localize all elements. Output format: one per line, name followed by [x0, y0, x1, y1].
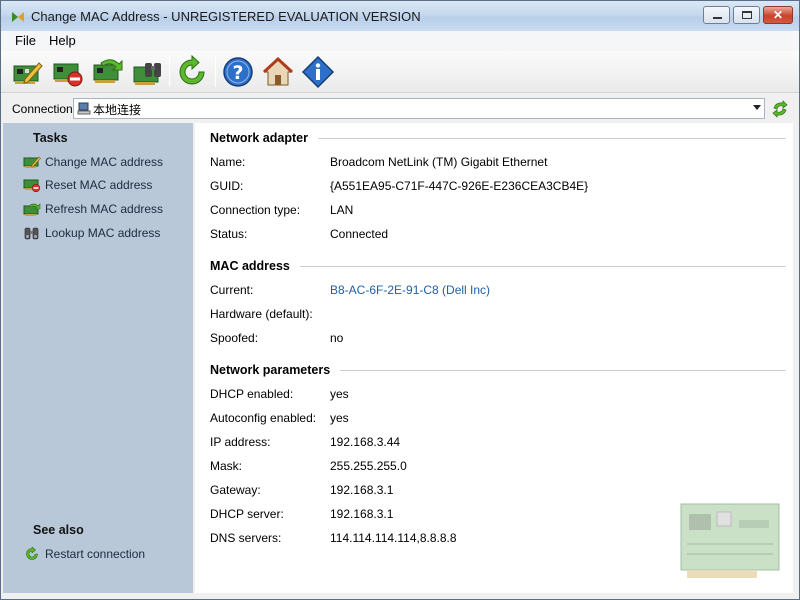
close-button[interactable]: ✕ — [763, 6, 793, 24]
network-card-illustration — [680, 503, 780, 578]
network-parameters-section: Network parameters — [210, 363, 786, 377]
refresh-connections-icon[interactable] — [771, 100, 789, 118]
connection-type-label: Connection type: — [210, 203, 301, 217]
restart-connection-toolbar-icon[interactable] — [175, 55, 209, 89]
tasks-heading: Tasks — [33, 131, 68, 145]
reset-mac-toolbar-icon[interactable] — [51, 55, 85, 89]
status-value: Connected — [330, 227, 389, 241]
connection-value: 本地连接 — [93, 103, 142, 117]
app-window: Change MAC Address - UNREGISTERED EVALUA… — [0, 0, 800, 600]
adapter-name-label: Name: — [210, 155, 246, 169]
spoofed-label: Spoofed: — [210, 331, 259, 345]
svg-text:?: ? — [232, 62, 243, 84]
hardware-mac-label: Hardware (default): — [210, 307, 313, 321]
dhcp-server-label: DHCP server: — [210, 507, 284, 521]
network-adapter-section: Network adapter — [210, 131, 786, 145]
home-icon[interactable] — [261, 55, 295, 89]
dhcp-server-value: 192.168.3.1 — [330, 507, 394, 521]
section-title: Network adapter — [210, 131, 308, 145]
section-divider — [340, 369, 786, 371]
section-divider — [299, 265, 786, 267]
see-also-heading: See also — [33, 523, 84, 537]
maximize-button[interactable] — [733, 6, 760, 24]
current-mac-label: Current: — [210, 283, 254, 297]
guid-value: {A551EA95-C71F-447C-926E-E236CEA3CB4E} — [330, 179, 589, 193]
task-restart-connection-label: Restart connection — [45, 547, 146, 561]
toolbar-separator — [169, 57, 170, 87]
menu-bar: File Help — [1, 31, 799, 51]
card-reset-icon — [23, 179, 41, 192]
task-lookup-mac[interactable]: Lookup MAC address — [23, 224, 160, 242]
mask-value: 255.255.255.0 — [330, 459, 407, 473]
minimize-button[interactable] — [703, 6, 730, 24]
refresh-mac-toolbar-icon[interactable] — [91, 55, 125, 89]
task-lookup-mac-label: Lookup MAC address — [45, 226, 161, 240]
dhcp-enabled-value: yes — [330, 387, 349, 401]
autoconfig-label: Autoconfig enabled: — [210, 411, 317, 425]
mac-address-section: MAC address — [210, 259, 786, 273]
toolbar-separator — [215, 57, 216, 87]
connection-select[interactable]: 本地连接 — [73, 98, 765, 119]
ip-address-value: 192.168.3.44 — [330, 435, 401, 449]
connection-bar: Connection: 本地连接 — [1, 94, 799, 122]
chevron-down-icon[interactable] — [753, 105, 761, 110]
section-title: Network parameters — [210, 363, 331, 377]
card-pencil-icon — [23, 156, 41, 168]
caption-buttons: ✕ — [703, 6, 793, 24]
lookup-mac-toolbar-icon[interactable] — [131, 55, 165, 89]
app-icon — [12, 12, 24, 22]
minimize-icon — [713, 17, 722, 19]
section-divider — [317, 137, 786, 139]
network-connection-icon — [77, 102, 91, 115]
gateway-value: 192.168.3.1 — [330, 483, 394, 497]
window-title: Change MAC Address - UNREGISTERED EVALUA… — [31, 9, 421, 24]
status-label: Status: — [210, 227, 248, 241]
card-refresh-icon — [23, 203, 41, 216]
status-bar — [1, 593, 799, 599]
menu-file[interactable]: File — [15, 33, 36, 48]
task-pane: Tasks Change MAC address Reset MAC addre… — [3, 123, 193, 593]
current-mac-link[interactable]: B8-AC-6F-2E-91-C8 (Dell Inc) — [330, 283, 490, 297]
spoofed-value: no — [330, 331, 344, 345]
section-title: MAC address — [210, 259, 290, 273]
help-icon[interactable]: ? — [221, 55, 255, 89]
task-reset-mac-label: Reset MAC address — [45, 178, 153, 192]
autoconfig-value: yes — [330, 411, 349, 425]
details-panel: Network adapter Name: Broadcom NetLink (… — [195, 123, 793, 593]
ip-address-label: IP address: — [210, 435, 271, 449]
guid-label: GUID: — [210, 179, 244, 193]
binoculars-icon — [24, 227, 39, 240]
restart-icon — [26, 547, 38, 560]
dns-servers-label: DNS servers: — [210, 531, 282, 545]
close-icon: ✕ — [772, 8, 784, 22]
task-reset-mac[interactable]: Reset MAC address — [23, 176, 152, 194]
connection-type-value: LAN — [330, 203, 354, 217]
toolbar: ? — [1, 51, 799, 93]
change-mac-toolbar-icon[interactable] — [11, 55, 45, 89]
mask-label: Mask: — [210, 459, 243, 473]
task-refresh-mac[interactable]: Refresh MAC address — [23, 200, 163, 218]
task-change-mac[interactable]: Change MAC address — [23, 153, 163, 171]
menu-help[interactable]: Help — [49, 33, 76, 48]
dns-servers-value: 114.114.114.114,8.8.8.8 — [330, 531, 457, 545]
about-info-icon[interactable] — [301, 55, 335, 89]
task-refresh-mac-label: Refresh MAC address — [45, 202, 164, 216]
title-bar[interactable]: Change MAC Address - UNREGISTERED EVALUA… — [1, 1, 799, 31]
task-restart-connection[interactable]: Restart connection — [23, 545, 145, 563]
task-change-mac-label: Change MAC address — [45, 155, 164, 169]
dhcp-enabled-label: DHCP enabled: — [210, 387, 294, 401]
adapter-name-value: Broadcom NetLink (TM) Gigabit Ethernet — [330, 155, 548, 169]
gateway-label: Gateway: — [210, 483, 261, 497]
maximize-icon — [742, 11, 752, 19]
connection-label: Connection: — [12, 102, 77, 116]
